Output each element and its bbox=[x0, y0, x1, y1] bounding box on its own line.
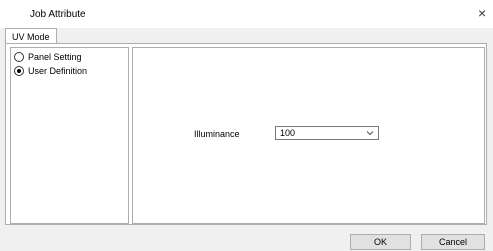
tab-panel: Panel Setting User Definition Illuminanc… bbox=[5, 43, 487, 225]
settings-group: Illuminance 100 bbox=[132, 47, 485, 224]
dialog-content: UV Mode Panel Setting User Definition Il… bbox=[0, 28, 493, 251]
close-icon[interactable]: × bbox=[478, 6, 486, 20]
window-title: Job Attribute bbox=[30, 9, 86, 20]
radio-label: Panel Setting bbox=[28, 52, 82, 62]
radio-panel-setting[interactable]: Panel Setting bbox=[14, 51, 82, 63]
radio-button-selected[interactable] bbox=[14, 66, 24, 76]
illuminance-label: Illuminance bbox=[194, 129, 240, 139]
chevron-down-icon bbox=[366, 131, 374, 136]
mode-options-group: Panel Setting User Definition bbox=[10, 47, 129, 224]
illuminance-value: 100 bbox=[280, 128, 296, 138]
cancel-button[interactable]: Cancel bbox=[421, 234, 485, 250]
tab-uv-mode[interactable]: UV Mode bbox=[5, 28, 57, 44]
radio-label: User Definition bbox=[28, 66, 88, 76]
title-bar: Job Attribute × bbox=[0, 0, 493, 28]
ok-button[interactable]: OK bbox=[350, 234, 411, 250]
radio-button[interactable] bbox=[14, 52, 24, 62]
illuminance-dropdown[interactable]: 100 bbox=[275, 126, 379, 140]
radio-user-definition[interactable]: User Definition bbox=[14, 65, 87, 77]
